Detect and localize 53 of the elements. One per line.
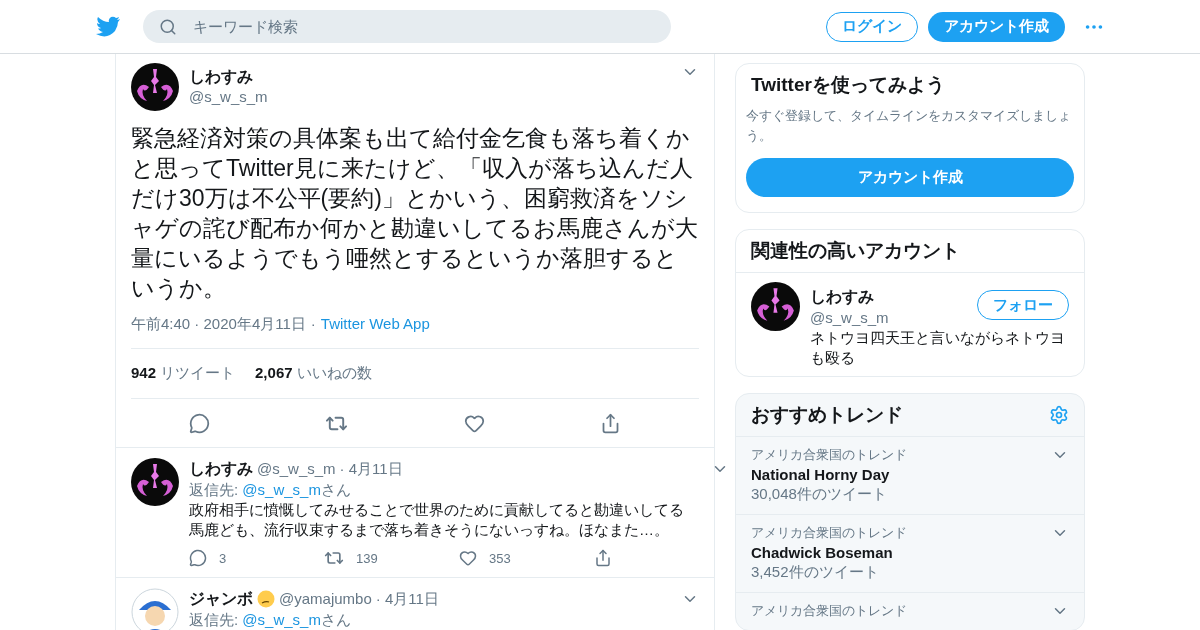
reply-date: · 4月11日 [375,589,439,609]
search-input[interactable]: キーワード検索 [191,17,671,36]
reply-count: 3 [219,550,227,566]
user-name: ジャンボ [189,589,253,609]
avatar [131,588,179,630]
retweet-count: 139 [356,550,378,566]
reply-date: · 4月11日 [339,459,403,479]
reply-to-text: 返信先: @s_w_s_mさん [189,610,352,630]
signup-button[interactable]: アカウント作成 [746,158,1074,197]
user-bio: ネトウヨ四天王と言いながらネトウヨも殴る [810,328,1066,368]
reply-to-text: 返信先: @s_w_s_mさん [189,480,352,500]
trend-context: アメリカ合衆国のトレンド [751,524,908,542]
reply-text: 政府相手に憤慨してみせることで世界のために貢献してると勘違いしてる馬鹿ども、流行収束するまで落ち着きそうにないっすね。ほなまた…。 [189,500,685,540]
user-handle: @yamajumbo [279,589,372,609]
search-icon [159,17,177,36]
like-count[interactable]: 2,067 いいねの数 [255,364,372,383]
card-title: おすすめトレンド [751,403,903,427]
share-icon[interactable] [594,549,612,567]
trend-context: アメリカ合衆国のトレンド [751,446,908,464]
trend-count: 3,452件のツイート [751,563,880,582]
follow-button[interactable]: フォロー [977,290,1069,320]
search-field[interactable]: キーワード検索 [143,10,671,43]
like-icon[interactable] [459,549,477,567]
card-title: 関連性の高いアカウント [751,239,960,263]
tweet-time: 午前4:40 · 2020年4月11日 [131,315,306,334]
card-text: 今すぐ登録して、タイムラインをカスタマイズしましょう。 [745,107,1072,145]
avatar [131,63,179,111]
reply-icon[interactable] [188,412,210,434]
retweet-count[interactable]: 942 リツイート [131,364,236,383]
settings-icon[interactable] [1049,405,1069,425]
mention-link[interactable]: @s_w_s_m [242,611,321,628]
bird-icon[interactable] [95,15,121,38]
separator: · [310,315,316,334]
trend-name[interactable]: National Horny Day [751,466,1051,483]
user-name: しわすみ [189,67,254,87]
user-handle: @s_w_s_m [257,459,336,479]
login-button[interactable]: ログイン [826,11,918,42]
trend-context: アメリカ合衆国のトレンド [751,602,908,620]
avatar [751,282,800,331]
tweet-text: 緊急経済対策の具体案も出て給付金乞食も落ち着くかと思ってTwitter見に来たけど、「収入が落ち込んだ人だけ30万は不公平(要約)」とかいう、困窮救済をソシャゲの詫び配布か何かと勘違いしてるお馬鹿さんが大量にいるようでもう唖然とするというか落胆するというか。 [131,124,699,303]
user-handle: @s_w_s_m [189,88,269,105]
like-count: 353 [489,550,511,566]
user-name: しわすみ [189,459,253,479]
source-link[interactable]: Twitter Web App [320,315,430,334]
avatar [131,458,179,506]
card-title: Twitterを使ってみよう [751,73,945,97]
user-handle: @s_w_s_m [810,308,890,328]
mention-link[interactable]: @s_w_s_m [242,481,321,498]
trend-name[interactable]: Chadwick Boseman [751,544,1051,561]
signup-button[interactable]: アカウント作成 [928,11,1065,42]
reply-icon[interactable] [189,549,207,567]
user-name: しわすみ [810,287,875,307]
trend-count: 30,048件のツイート [751,485,888,504]
